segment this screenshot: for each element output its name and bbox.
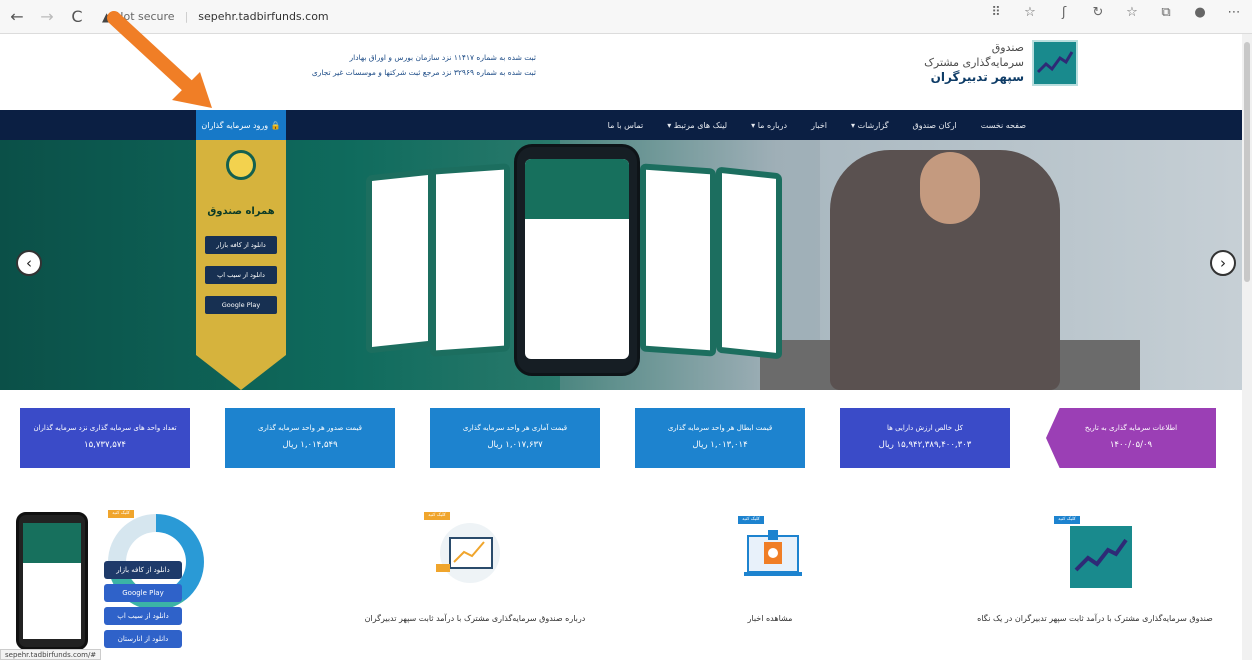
stat-value: ۱۵,۹۴۲,۳۸۹,۴۰۰,۳۰۳ ریال [878,440,972,450]
lock-icon: 🔒 [270,120,281,130]
menu-items: صفحه نخست ارکان صندوق گزارشات ▾ اخبار در… [608,110,1026,140]
menu-item-contact[interactable]: تماس با ما [608,121,644,130]
app-screenshot [716,166,782,360]
promo-phone-image [16,512,88,650]
stat-title: اطلاعات سرمایه گذاری به تاریخ [1084,424,1178,432]
favorites-icon[interactable]: ☆ [1122,5,1142,20]
logo-line: سپهر تدبیرگران [930,70,1024,84]
menu-item-reports[interactable]: گزارشات ▾ [851,121,889,130]
promo-cafebazaar-button[interactable]: دانلود از کافه بازار [104,561,182,579]
stat-value: ۱,۰۱۴,۵۴۹ ریال [282,440,338,450]
stat-card[interactable]: قیمت آماری هر واحد سرمایه گذاری ۱,۰۱۷,۶۳… [430,408,600,468]
more-icon[interactable]: ⋯ [1224,5,1244,20]
slider-next-button[interactable]: › [1210,250,1236,276]
stat-title: تعداد واحد های سرمایه گذاری نزد سرمایه گ… [33,424,177,432]
sibapp-button[interactable]: دانلود از سیب اپ [205,266,277,284]
forward-icon[interactable]: → [34,4,60,30]
click-badge: کلیک کنید [424,512,450,520]
slider-prev-button[interactable]: ‹ [16,250,42,276]
scrollbar[interactable] [1242,34,1252,660]
google-play-button[interactable]: Google Play [205,296,277,314]
reload-icon[interactable]: C [64,4,90,30]
stat-value: ۱,۰۱۷,۶۳۷ ریال [487,440,543,450]
menu-item-about[interactable]: درباره ما ▾ [751,121,787,130]
annotation-arrow-icon [107,11,212,108]
stat-card[interactable]: کل خالص ارزش دارایی ها ۱۵,۹۴۲,۳۸۹,۴۰۰,۳۰… [840,408,1010,468]
hero-person-head [920,152,980,224]
feature-caption-news[interactable]: مشاهده اخبار [690,612,850,626]
click-badge: کلیک کنید [1054,516,1080,524]
profile-icon[interactable]: ● [1190,5,1210,20]
registration-line: ثبت شده به شماره ۱۱۴۱۷ نزد سازمان بورس و… [349,53,536,62]
stat-title: قیمت صدور هر واحد سرمایه گذاری [258,424,362,432]
chevron-down-icon: ▾ [851,120,856,130]
stat-card[interactable]: تعداد واحد های سرمایه گذاری نزد سرمایه گ… [20,408,190,468]
registration-line: ثبت شده به شماره ۳۲۹۶۹ نزد مرجع ثبت شرکت… [311,68,536,77]
promo-google-play-button[interactable]: Google Play [104,584,182,602]
click-badge: کلیک کنید [108,510,134,518]
menu-item-news[interactable]: اخبار [811,121,827,130]
logo-line: سرمایه‌گذاری مشترک [924,56,1024,69]
extension-icon[interactable]: ⠿ [986,5,1006,20]
click-badge: کلیک کنید [738,516,764,524]
browser-extensions: ⠿ ☆ ʃ ↻ ☆ ⧉ ● ⋯ [986,5,1244,20]
menu-item-pillars[interactable]: ارکان صندوق [913,121,957,130]
registration-info: ثبت شده به شماره ۱۱۴۱۷ نزد سازمان بورس و… [236,50,536,80]
feature-caption-overview[interactable]: صندوق سرمایه‌گذاری مشترک با درآمد ثابت س… [970,612,1220,626]
menu-item-home[interactable]: صفحه نخست [981,121,1026,130]
fund-overview-icon[interactable] [1070,526,1132,588]
chevron-down-icon: ▾ [751,120,756,130]
feature-caption-about[interactable]: درباره صندوق سرمایه‌گذاری مشترک با درآمد… [340,612,610,626]
stat-title: قیمت ابطال هر واحد سرمایه گذاری [667,424,773,432]
stat-title: کل خالص ارزش دارایی ها [887,424,963,432]
stat-card[interactable]: قیمت صدور هر واحد سرمایه گذاری ۱,۰۱۴,۵۴۹… [225,408,395,468]
stat-value: ۱۵,۷۳۷,۵۷۴ [84,440,126,450]
chevron-down-icon: ▾ [667,120,672,130]
collections-icon[interactable]: ⧉ [1156,5,1176,20]
stat-card[interactable]: اطلاعات سرمایه گذاری به تاریخ ۱۴۰۰/۰۵/۰۹ [1046,408,1216,468]
about-fund-icon[interactable] [426,520,506,586]
logo-line: صندوق [991,41,1024,54]
menu-item-links[interactable]: لینک های مرتبط ▾ [667,121,727,130]
stat-title: قیمت آماری هر واحد سرمایه گذاری [462,424,568,432]
favorite-icon[interactable]: ☆ [1020,5,1040,20]
app-screenshot [430,163,510,357]
promo-anarestan-button[interactable]: دانلود از انارستان [104,630,182,648]
app-screenshot [640,163,716,357]
promo-sibapp-button[interactable]: دانلود از سیب اپ [104,607,182,625]
addon-icon[interactable]: ʃ [1054,5,1074,20]
stat-value: ۱,۰۱۳,۰۱۴ ریال [692,440,748,450]
ribbon-title: همراه صندوق [207,206,275,217]
status-bar-url: sepehr.tadbirfunds.com/# [0,649,102,660]
back-icon[interactable]: ← [4,4,30,30]
site-logo-text[interactable]: صندوق سرمایه‌گذاری مشترک سپهر تدبیرگران [884,40,1024,85]
site-logo-icon[interactable] [1032,40,1078,86]
refresh-ext-icon[interactable]: ↻ [1088,5,1108,20]
app-screenshot [366,168,434,354]
stat-card[interactable]: قیمت ابطال هر واحد سرمایه گذاری ۱,۰۱۳,۰۱… [635,408,805,468]
stat-value: ۱۴۰۰/۰۵/۰۹ [1109,440,1153,450]
cafebazaar-button[interactable]: دانلود از کافه بازار [205,236,277,254]
hero-phone-image [514,144,640,376]
news-icon[interactable] [742,528,804,588]
fund-app-logo-icon [226,150,256,180]
fund-stats: اطلاعات سرمایه گذاری به تاریخ ۱۴۰۰/۰۵/۰۹… [20,408,1232,468]
scrollbar-thumb[interactable] [1244,42,1250,282]
